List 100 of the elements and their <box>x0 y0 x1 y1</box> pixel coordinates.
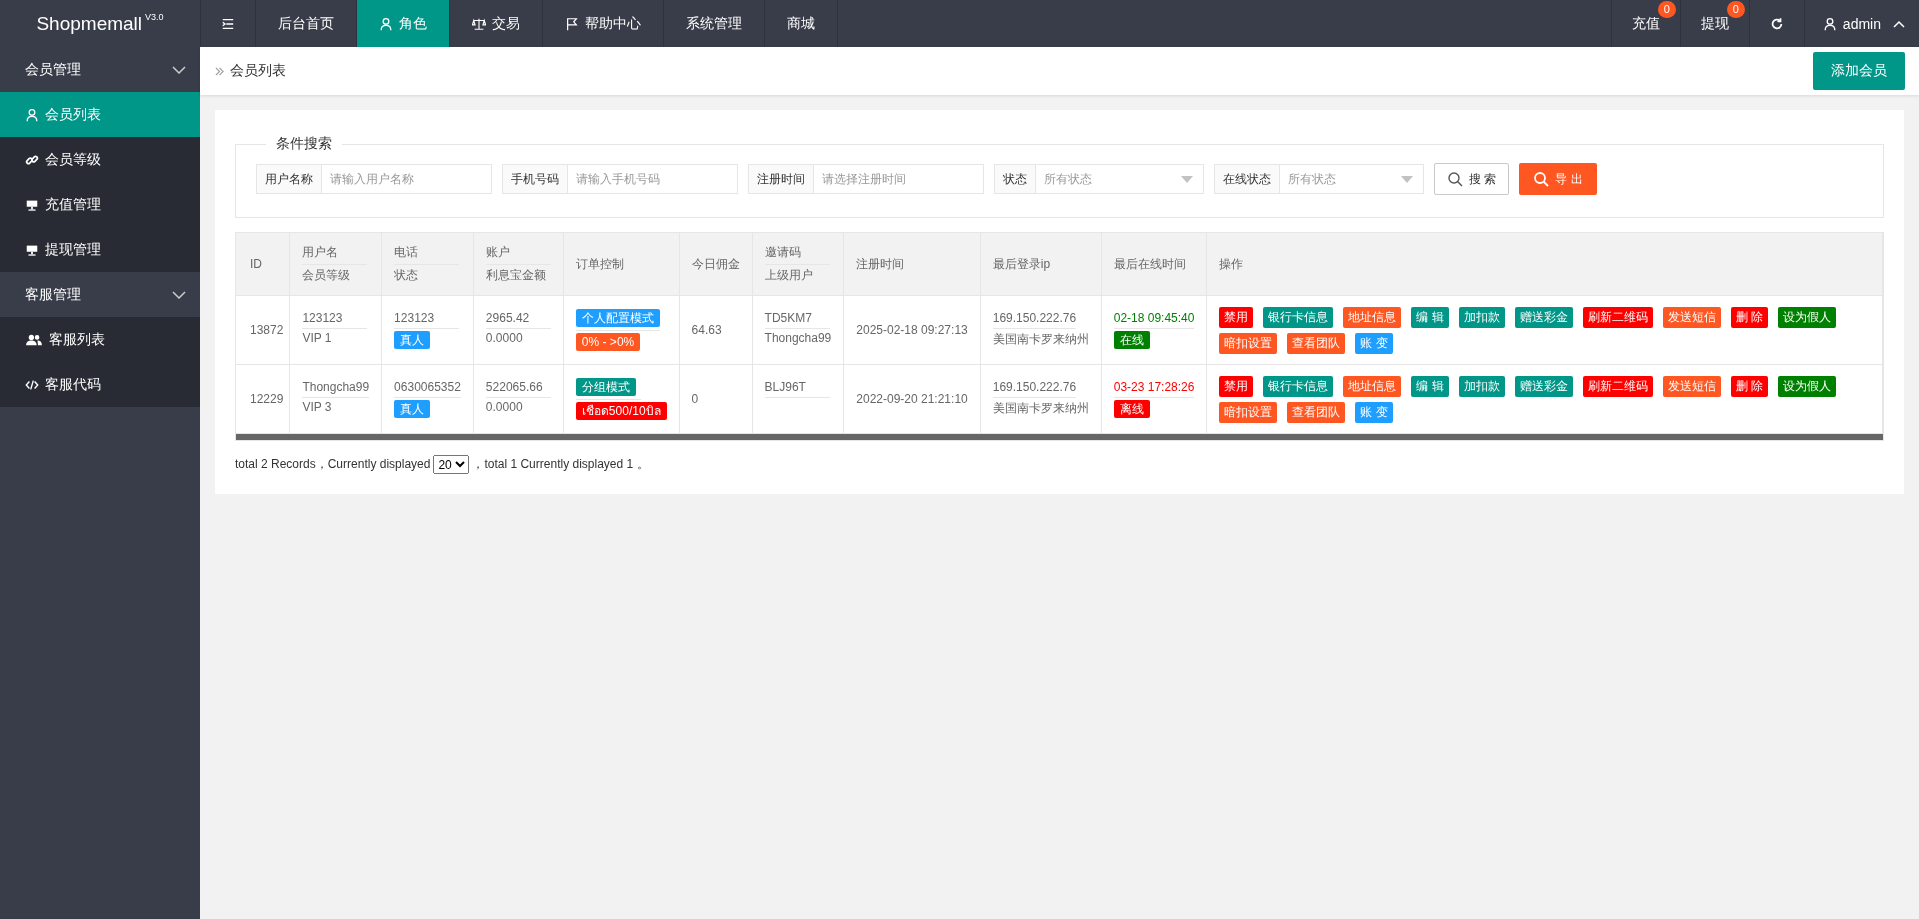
action-button[interactable]: 银行卡信息 <box>1263 375 1334 397</box>
status-tag: 真人 <box>394 400 431 418</box>
chevron-icon <box>172 290 186 299</box>
input-field[interactable]: 请输入用户名称 <box>322 164 492 194</box>
action-button[interactable]: 设为假人 <box>1778 306 1837 328</box>
count-badge: 0 <box>1657 1 1676 18</box>
action-button[interactable]: 禁用 <box>1219 306 1254 328</box>
page-size-select[interactable]: 20 <box>433 455 470 474</box>
field-label: 手机号码 <box>502 164 568 194</box>
table-cell: 0 <box>691 392 699 406</box>
action-button[interactable]: 暗扣设置 <box>1219 401 1278 423</box>
action-button[interactable]: 加扣款 <box>1458 306 1505 328</box>
status-tag: 真人 <box>394 331 431 349</box>
table-cell: 2025-02-18 09:27:13 <box>856 323 968 337</box>
action-button[interactable]: 发送短信 <box>1662 375 1721 397</box>
table-cell: 0630065352 <box>394 380 461 398</box>
column-header: ID <box>250 257 262 271</box>
action-button[interactable]: 删 除 <box>1730 375 1769 397</box>
search-button[interactable]: 搜 索 <box>1434 163 1510 195</box>
scrollbar[interactable] <box>236 434 1883 440</box>
action-button[interactable]: 账 变 <box>1355 401 1393 423</box>
table-cell-text: VIP 1 <box>302 331 332 347</box>
sidebar-item[interactable]: 会员等级 <box>0 137 200 182</box>
action-button[interactable]: 删 除 <box>1730 306 1769 328</box>
table-cell: 123123 <box>302 311 368 329</box>
online-tag: 离线 <box>1113 400 1150 418</box>
caret-icon <box>1893 19 1905 28</box>
sidebar-item[interactable]: 会员列表 <box>0 92 200 137</box>
table-cell-text: VIP 3 <box>302 400 332 416</box>
table-cell: BLJ96T <box>764 380 830 398</box>
table-cell: 02-18 09:45:40 <box>1113 311 1195 329</box>
table-cell: 64.63 <box>691 323 722 337</box>
nav-tab[interactable]: 角色 <box>357 0 450 47</box>
search-legend: 条件搜索 <box>266 135 342 153</box>
user-icon <box>379 16 393 31</box>
action-button[interactable]: 禁用 <box>1219 375 1254 397</box>
action-button[interactable]: 赠送彩金 <box>1514 375 1573 397</box>
column-header: 状态 <box>394 266 419 284</box>
action-button[interactable]: 账 变 <box>1355 332 1393 354</box>
action-button[interactable]: 赠送彩金 <box>1514 306 1573 328</box>
action-button[interactable]: 刷新二维码 <box>1582 306 1653 328</box>
action-button[interactable]: 银行卡信息 <box>1263 306 1334 328</box>
select-field[interactable]: 所有状态 <box>1280 164 1424 194</box>
count-badge: 0 <box>1726 1 1745 18</box>
link-icon <box>25 152 39 167</box>
flag-icon <box>565 16 579 31</box>
column-header: 账户 <box>485 243 551 265</box>
action-button[interactable]: 发送短信 <box>1662 306 1721 328</box>
table-cell-text: 0.0000 <box>485 331 523 347</box>
scale-icon <box>472 16 486 31</box>
column-header: 最后登录ip <box>992 256 1051 271</box>
sidebar-item[interactable]: 客服代码 <box>0 362 200 407</box>
column-header: 邀请码 <box>764 243 830 265</box>
search-icon <box>1447 171 1463 187</box>
action-button[interactable]: 刷新二维码 <box>1582 375 1653 397</box>
table-cell: 169.150.222.76 <box>992 311 1077 329</box>
table-cell: 12229 <box>250 392 284 406</box>
action-button[interactable]: 地址信息 <box>1343 375 1402 397</box>
sidebar-item[interactable]: 提现管理 <box>0 227 200 272</box>
dropdown-caret-icon <box>1401 175 1413 183</box>
action-button[interactable]: 设为假人 <box>1778 375 1837 397</box>
input-field[interactable]: 请输入手机号码 <box>568 164 738 194</box>
table-cell: 522065.66 <box>485 380 551 398</box>
select-field[interactable]: 所有状态 <box>1036 164 1204 194</box>
table-cell-text: 美国南卡罗来纳州 <box>992 400 1089 417</box>
action-button[interactable]: 地址信息 <box>1343 306 1402 328</box>
brand-name: Shopmemall <box>36 12 143 35</box>
double-chevron-icon <box>215 66 224 76</box>
column-header: 订单控制 <box>575 256 624 271</box>
sidebar-item[interactable]: 充值管理 <box>0 182 200 227</box>
column-header: 今日佣金 <box>691 256 740 271</box>
input-field[interactable]: 请选择注册时间 <box>814 164 984 194</box>
table-cell: 123123 <box>394 311 460 329</box>
add-member-button[interactable]: 添加会员 <box>1813 52 1905 90</box>
ratio-tag: เชือด500/10บิล <box>575 402 667 420</box>
pager-text: ，total 1 Currently displayed 1 。 <box>472 456 649 473</box>
table-cell-text: 0.0000 <box>485 400 523 416</box>
version-label: V3.0 <box>145 12 164 22</box>
field-label: 注册时间 <box>748 164 814 194</box>
table-cell-text: Thongcha99 <box>764 331 832 347</box>
search-icon <box>1533 171 1550 187</box>
ratio-tag: 0% - >0% <box>575 333 641 351</box>
pager-text: total 2 Records，Currently displayed <box>235 456 431 473</box>
action-button[interactable]: 加扣款 <box>1458 375 1505 397</box>
column-header: 用户名 <box>302 243 368 265</box>
action-button[interactable]: 暗扣设置 <box>1219 332 1278 354</box>
field-label: 状态 <box>994 164 1036 194</box>
table-cell: 03-23 17:28:26 <box>1113 380 1195 398</box>
action-button[interactable]: 编 辑 <box>1411 375 1449 397</box>
action-button[interactable]: 编 辑 <box>1411 306 1449 328</box>
dropdown-caret-icon <box>1181 175 1193 183</box>
column-header: 会员等级 <box>302 266 351 284</box>
action-button[interactable]: 查看团队 <box>1287 332 1346 354</box>
export-button[interactable]: 导 出 <box>1519 163 1597 195</box>
chevron-icon <box>172 65 186 74</box>
sidebar-item[interactable]: 客服列表 <box>0 317 200 362</box>
action-button[interactable]: 查看团队 <box>1287 401 1346 423</box>
field-label: 用户名称 <box>256 164 322 194</box>
table-cell: TD5KM7 <box>764 311 830 329</box>
mode-tag: 分组模式 <box>575 378 636 396</box>
